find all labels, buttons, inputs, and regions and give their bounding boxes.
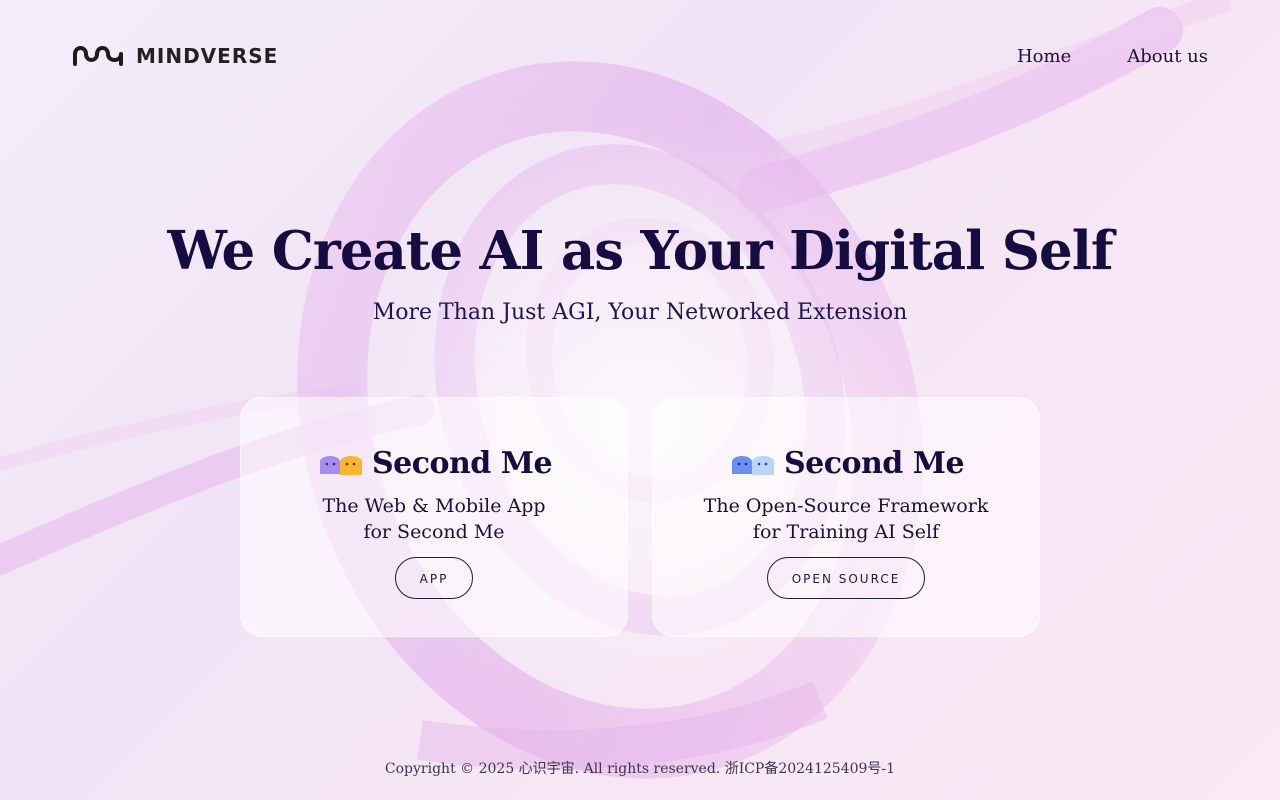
nav-about-link[interactable]: About us bbox=[1127, 46, 1208, 67]
open-source-card: Second Me The Open-Source Framework for … bbox=[652, 397, 1040, 637]
hero-section: We Create AI as Your Digital Self More T… bbox=[0, 220, 1280, 325]
mascots-icon bbox=[319, 456, 362, 475]
brand-logo-link[interactable]: MINDVERSE bbox=[72, 44, 278, 68]
product-cards: Second Me The Web & Mobile App for Secon… bbox=[240, 397, 1040, 637]
open-source-card-description: The Open-Source Framework for Training A… bbox=[652, 493, 1040, 545]
footer-copyright: Copyright © 2025 心识宇宙. All rights reserv… bbox=[384, 761, 896, 777]
app-card-title-row: Second Me bbox=[240, 443, 628, 483]
open-source-card-title-row: Second Me bbox=[652, 443, 1040, 483]
app-card-desc-line1: The Web & Mobile App bbox=[322, 495, 546, 517]
app-button[interactable]: APP bbox=[394, 557, 474, 599]
app-card-desc-line2: for Second Me bbox=[363, 521, 505, 543]
app-card: Second Me The Web & Mobile App for Secon… bbox=[240, 397, 628, 637]
main-nav: Home About us bbox=[1017, 46, 1208, 67]
app-card-description: The Web & Mobile App for Second Me bbox=[240, 493, 628, 545]
open-source-card-title: Second Me bbox=[783, 445, 965, 481]
hero-subtitle: More Than Just AGI, Your Networked Exten… bbox=[372, 300, 908, 325]
mindverse-wave-logo-icon bbox=[73, 46, 123, 66]
brand-wordmark: MINDVERSE bbox=[136, 44, 279, 68]
open-source-card-desc-line2: for Training AI Self bbox=[752, 521, 940, 543]
site-header: MINDVERSE Home About us bbox=[72, 38, 1208, 74]
open-source-card-desc-line1: The Open-Source Framework bbox=[703, 495, 989, 517]
open-source-button[interactable]: OPEN SOURCE bbox=[766, 557, 926, 599]
mascots-icon bbox=[731, 456, 774, 475]
app-card-title: Second Me bbox=[371, 445, 553, 481]
hero-title: We Create AI as Your Digital Self bbox=[167, 220, 1113, 282]
nav-home-link[interactable]: Home bbox=[1017, 46, 1071, 67]
